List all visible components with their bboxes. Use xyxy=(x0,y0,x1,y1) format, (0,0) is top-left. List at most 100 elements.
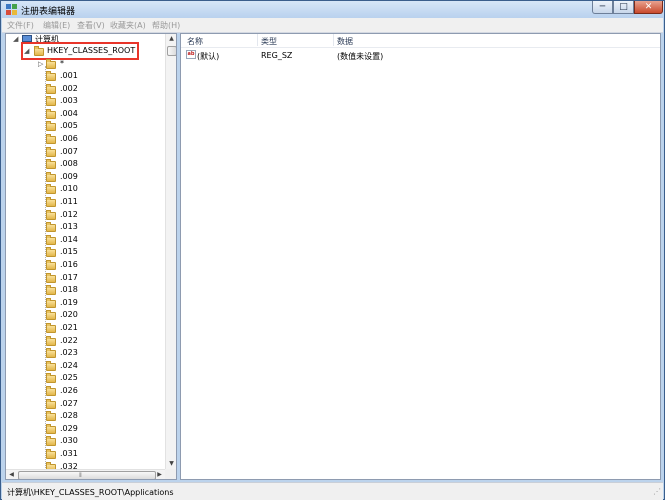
folder-icon xyxy=(46,449,56,459)
menu-edit[interactable]: 编辑(E) xyxy=(43,20,70,31)
tree-vertical-scroll-thumb[interactable] xyxy=(167,46,176,56)
folder-icon xyxy=(46,184,56,195)
resize-grip-icon[interactable]: ⋰ xyxy=(653,487,661,496)
tree-vertical-scrollbar[interactable]: ▲ ▼ xyxy=(165,34,176,469)
tree-item-key[interactable]: .006 xyxy=(6,134,165,146)
string-value-icon: ab xyxy=(186,50,196,59)
tree-item-key[interactable]: .014 xyxy=(6,234,165,247)
folder-icon xyxy=(46,348,56,359)
value-name: (默认) xyxy=(197,52,220,61)
tree-item-key[interactable]: .023 xyxy=(6,348,165,360)
tree-label: .027 xyxy=(60,398,78,408)
tree-item-key[interactable]: .031 xyxy=(6,449,165,461)
tree-item-key[interactable]: .028 xyxy=(6,411,165,423)
minimize-button[interactable]: ─ xyxy=(592,1,613,14)
menu-file[interactable]: 文件(F) xyxy=(7,20,34,31)
tree-label: .031 xyxy=(60,449,78,458)
tree-item-key[interactable]: .021 xyxy=(6,323,165,335)
expand-arrow-icon[interactable]: ▷ xyxy=(38,60,43,68)
menu-view[interactable]: 查看(V) xyxy=(77,20,105,31)
tree-item-key[interactable]: .025 xyxy=(6,373,165,385)
tree-label: .005 xyxy=(60,121,78,131)
tree-item-key[interactable]: .018 xyxy=(6,285,165,297)
tree-label: .028 xyxy=(60,411,78,421)
tree-item-star[interactable]: ▷ * xyxy=(6,59,165,71)
values-list[interactable]: 名称 类型 数据 ab (默认) REG_SZ (数值未设置) xyxy=(180,33,661,480)
scroll-up-arrow-icon[interactable]: ▲ xyxy=(166,35,176,42)
title-bar[interactable]: 注册表编辑器 ─ □ ✕ xyxy=(1,1,664,18)
folder-icon xyxy=(46,121,56,132)
tree-item-key[interactable]: .007 xyxy=(6,146,165,159)
tree-label: .009 xyxy=(60,171,78,181)
menu-bar: 文件(F) 编辑(E) 查看(V) 收藏夹(A) 帮助(H) xyxy=(2,18,663,33)
folder-icon xyxy=(46,297,56,308)
maximize-button[interactable]: □ xyxy=(613,1,634,14)
tree-item-key[interactable]: .022 xyxy=(6,335,165,348)
collapse-arrow-icon[interactable]: ◢ xyxy=(13,35,18,43)
tree-label: .022 xyxy=(60,335,78,345)
highlight-box xyxy=(21,42,139,60)
scroll-down-arrow-icon[interactable]: ▼ xyxy=(166,460,176,467)
tree-item-key[interactable]: .016 xyxy=(6,260,165,272)
column-header-name[interactable]: 名称 xyxy=(187,36,203,47)
tree-item-key[interactable]: .030 xyxy=(6,436,165,448)
tree-item-key[interactable]: .020 xyxy=(6,310,165,322)
tree-label: .002 xyxy=(60,83,78,93)
folder-icon xyxy=(46,360,56,371)
tree-horizontal-scroll-thumb[interactable]: ⦀ xyxy=(18,471,156,479)
folder-icon xyxy=(46,146,56,157)
tree-item-key[interactable]: .019 xyxy=(6,297,165,310)
tree-item-key[interactable]: .005 xyxy=(6,121,165,133)
tree-label: .030 xyxy=(60,436,78,446)
tree-label: .015 xyxy=(60,247,78,257)
folder-icon xyxy=(46,234,56,245)
tree-item-key[interactable]: .002 xyxy=(6,83,165,96)
column-header-data[interactable]: 数据 xyxy=(337,36,353,47)
tree-item-key[interactable]: .011 xyxy=(6,197,165,209)
tree-item-key[interactable]: .017 xyxy=(6,272,165,285)
tree-item-key[interactable]: .029 xyxy=(6,423,165,436)
tree-item-key[interactable]: .024 xyxy=(6,360,165,373)
header-divider xyxy=(181,47,660,48)
tree-label: .024 xyxy=(60,360,78,370)
tree-label: .006 xyxy=(60,134,78,143)
tree-label: .014 xyxy=(60,234,78,244)
folder-icon xyxy=(46,260,56,270)
status-bar: 计算机\HKEY_CLASSES_ROOT\Applications ⋰ xyxy=(2,482,663,500)
tree-item-key[interactable]: .001 xyxy=(6,71,165,83)
tree-item-key[interactable]: .026 xyxy=(6,386,165,398)
tree-item-key[interactable]: .027 xyxy=(6,398,165,411)
scroll-left-arrow-icon[interactable]: ◀ xyxy=(6,471,17,478)
tree-item-key[interactable]: .015 xyxy=(6,247,165,259)
folder-icon xyxy=(46,335,56,346)
folder-icon xyxy=(46,285,56,296)
tree-item-key[interactable]: .003 xyxy=(6,96,165,108)
registry-tree[interactable]: ◢ 计算机 ◢ HKEY_CLASSES_ROOT ▷ * .001.002.0… xyxy=(5,33,177,480)
tree-item-key[interactable]: .008 xyxy=(6,159,165,171)
menu-help[interactable]: 帮助(H) xyxy=(152,20,180,31)
grip-icon: ⦀ xyxy=(79,472,82,479)
tree-label: .013 xyxy=(60,222,78,232)
status-path: 计算机\HKEY_CLASSES_ROOT\Applications xyxy=(7,488,174,497)
tree-label: .026 xyxy=(60,386,78,395)
tree-label: .008 xyxy=(60,159,78,169)
menu-favorites[interactable]: 收藏夹(A) xyxy=(110,20,146,31)
scroll-right-arrow-icon[interactable]: ▶ xyxy=(154,471,165,478)
tree-horizontal-scrollbar[interactable]: ◀ ⦀ ▶ xyxy=(6,469,165,479)
column-separator[interactable] xyxy=(257,34,258,46)
tree-label: .007 xyxy=(60,146,78,156)
tree-item-key[interactable]: .013 xyxy=(6,222,165,234)
tree-label: .021 xyxy=(60,323,78,332)
column-header-type[interactable]: 类型 xyxy=(261,36,277,47)
tree-label: .025 xyxy=(60,373,78,383)
tree-label: .018 xyxy=(60,285,78,295)
column-separator[interactable] xyxy=(333,34,334,46)
folder-icon xyxy=(46,386,56,396)
tree-item-key[interactable]: .010 xyxy=(6,184,165,196)
close-button[interactable]: ✕ xyxy=(634,1,663,14)
tree-label: .010 xyxy=(60,184,78,194)
tree-item-key[interactable]: .004 xyxy=(6,108,165,121)
tree-item-key[interactable]: .012 xyxy=(6,209,165,222)
folder-icon xyxy=(46,59,56,69)
tree-item-key[interactable]: .009 xyxy=(6,171,165,184)
